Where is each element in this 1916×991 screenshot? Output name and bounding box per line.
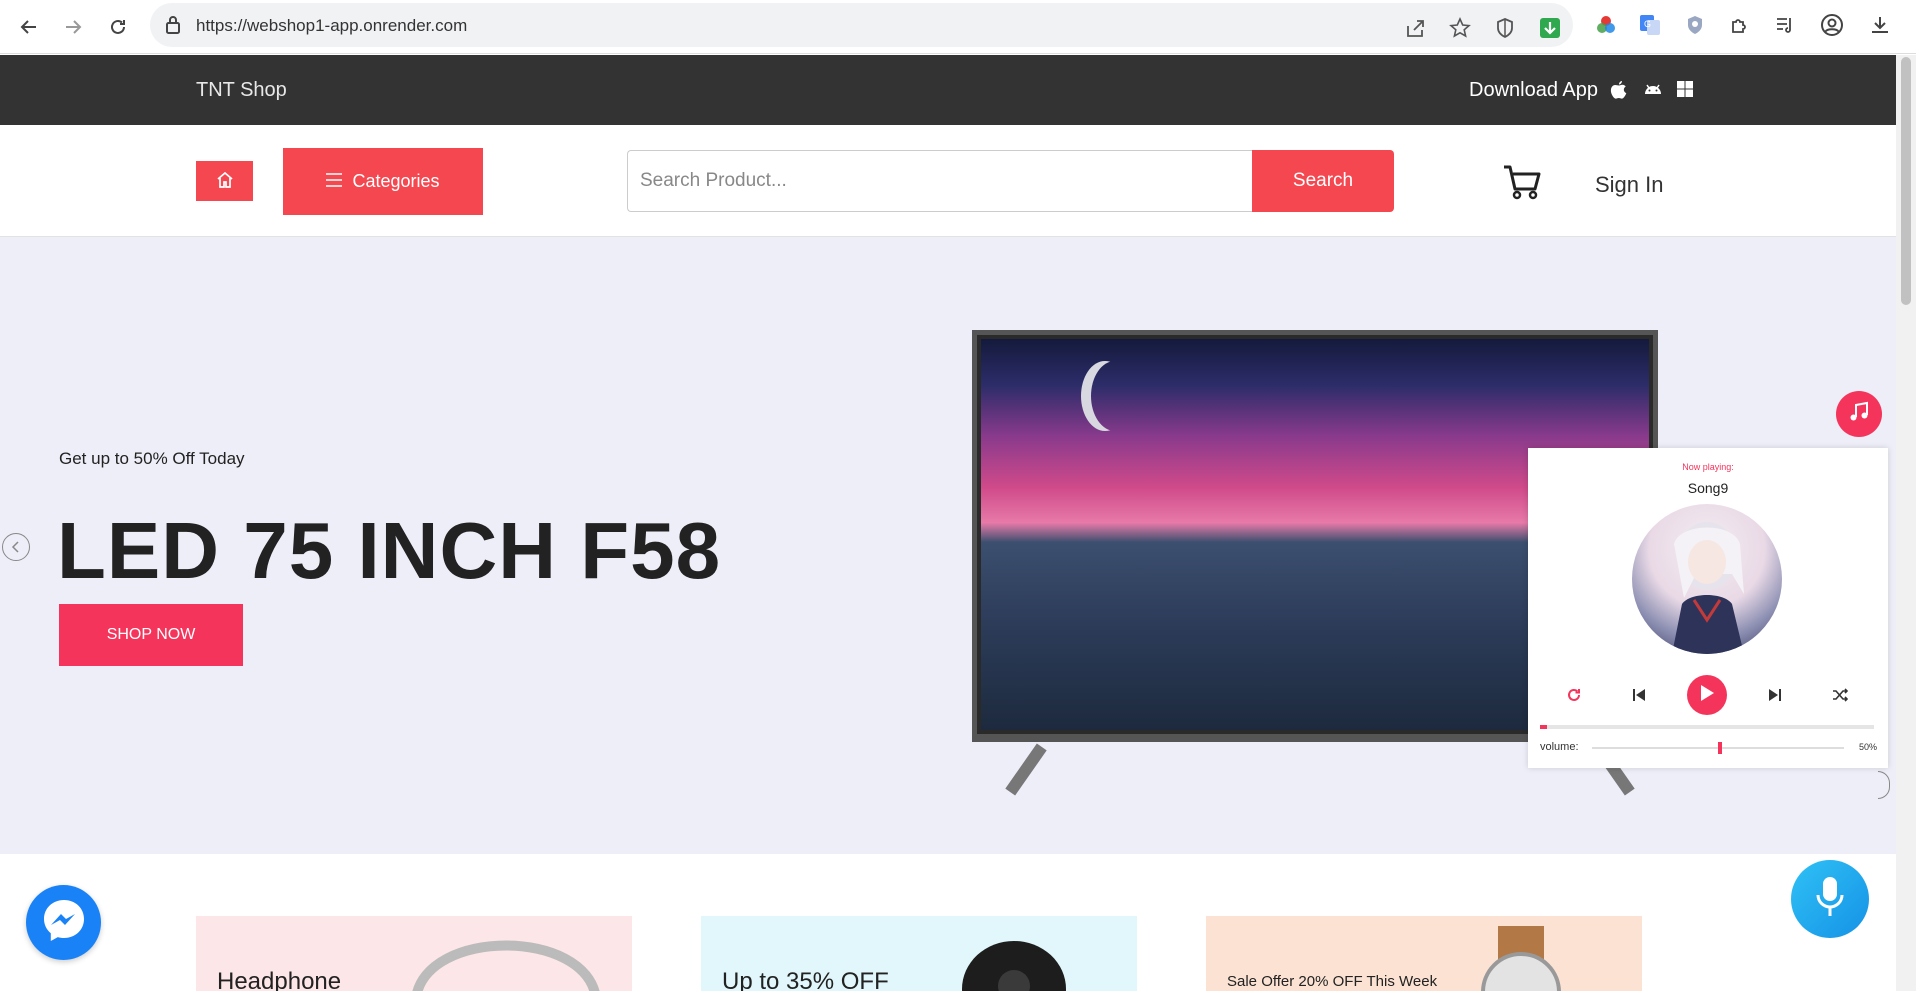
voice-search-button[interactable] [1791, 860, 1869, 938]
forward-icon[interactable] [56, 10, 90, 44]
sign-in-link[interactable]: Sign In [1595, 172, 1664, 198]
promo-card-title: Headphone [217, 968, 342, 991]
shuffle-icon[interactable] [1829, 684, 1851, 706]
translate-icon[interactable]: G [1636, 11, 1664, 39]
messenger-chat-button[interactable] [26, 885, 101, 960]
volume-thumb[interactable] [1718, 742, 1722, 754]
cart-icon[interactable] [1502, 163, 1542, 201]
promo-card-camera[interactable]: Up to 35% OFF [701, 916, 1137, 991]
tv-stand-left [1005, 743, 1047, 796]
downloads-icon[interactable] [1866, 11, 1894, 39]
song-title: Song9 [1687, 480, 1729, 496]
repeat-icon[interactable] [1563, 684, 1585, 706]
search-button[interactable]: Search [1252, 150, 1394, 212]
apple-icon[interactable] [1610, 80, 1630, 100]
lock-icon [165, 15, 181, 40]
shop-name[interactable]: TNT Shop [196, 79, 287, 102]
svg-text:G: G [1644, 19, 1651, 29]
music-toggle-button[interactable] [1836, 391, 1882, 437]
extensions-icon[interactable] [1726, 11, 1754, 39]
bookmark-star-icon[interactable] [1446, 14, 1474, 42]
play-icon [1699, 684, 1715, 707]
promo-card-title: Sale Offer 20% OFF This Week [1227, 973, 1438, 990]
volume-slider[interactable] [1592, 742, 1844, 754]
reading-list-icon[interactable] [1771, 11, 1799, 39]
share-icon[interactable] [1401, 14, 1429, 42]
url-text: https://webshop1-app.onrender.com [196, 16, 468, 35]
back-icon[interactable] [12, 10, 46, 44]
download-app-label: Download App [1469, 79, 1598, 101]
moon-graphic [1091, 361, 1139, 431]
shop-now-button[interactable]: SHOP NOW [59, 604, 243, 666]
home-icon [216, 171, 234, 192]
hero-subtitle: Get up to 50% Off Today [59, 449, 245, 468]
profile-icon[interactable] [1818, 11, 1846, 39]
browser-toolbar: https://webshop1-app.onrender.com G [0, 0, 1916, 54]
download-extension-icon[interactable] [1536, 14, 1564, 42]
volume-label: volume: [1540, 741, 1579, 753]
volume-value: 50% [1859, 742, 1878, 752]
messenger-icon [41, 897, 87, 948]
home-button[interactable] [196, 161, 253, 201]
carousel-prev-icon[interactable] [2, 533, 30, 561]
song-progress-bar[interactable] [1540, 725, 1874, 729]
color-picker-icon[interactable] [1592, 11, 1620, 39]
promo-card-watch[interactable]: Sale Offer 20% OFF This Week [1206, 916, 1642, 991]
play-button[interactable] [1687, 675, 1727, 715]
now-playing-label: Now playing: [1682, 462, 1734, 472]
carousel-next-icon[interactable] [1878, 771, 1890, 799]
categories-button[interactable]: Categories [283, 148, 483, 215]
search-input[interactable] [627, 150, 1253, 212]
microphone-icon [1816, 876, 1844, 923]
privacy-shield-icon[interactable] [1681, 11, 1709, 39]
menu-icon [326, 171, 343, 192]
site-header: Categories Search Sign In [0, 125, 1896, 237]
album-art [1632, 504, 1782, 654]
next-track-icon[interactable] [1764, 684, 1786, 706]
categories-label: Categories [352, 171, 440, 191]
song-progress-fill [1540, 725, 1547, 729]
reload-icon[interactable] [101, 10, 135, 44]
music-player: Now playing: Song9 volume: 50% [1528, 448, 1888, 768]
previous-track-icon[interactable] [1628, 684, 1650, 706]
promo-card-headphone[interactable]: Headphone [196, 916, 632, 991]
hero-title: LED 75 INCH F58 [57, 506, 722, 595]
shield-icon[interactable] [1491, 14, 1519, 42]
top-bar: TNT Shop Download App [0, 55, 1896, 125]
android-icon[interactable] [1643, 80, 1663, 100]
scrollbar-thumb[interactable] [1901, 57, 1911, 305]
music-note-icon [1849, 401, 1869, 428]
address-bar[interactable]: https://webshop1-app.onrender.com [150, 3, 1573, 47]
windows-icon[interactable] [1676, 80, 1696, 100]
page-scrollbar[interactable] [1896, 55, 1916, 991]
promo-card-title: Up to 35% OFF [722, 968, 889, 991]
promo-cards: Headphone Up to 35% OFF Sale Offer 20% O… [0, 854, 1896, 991]
